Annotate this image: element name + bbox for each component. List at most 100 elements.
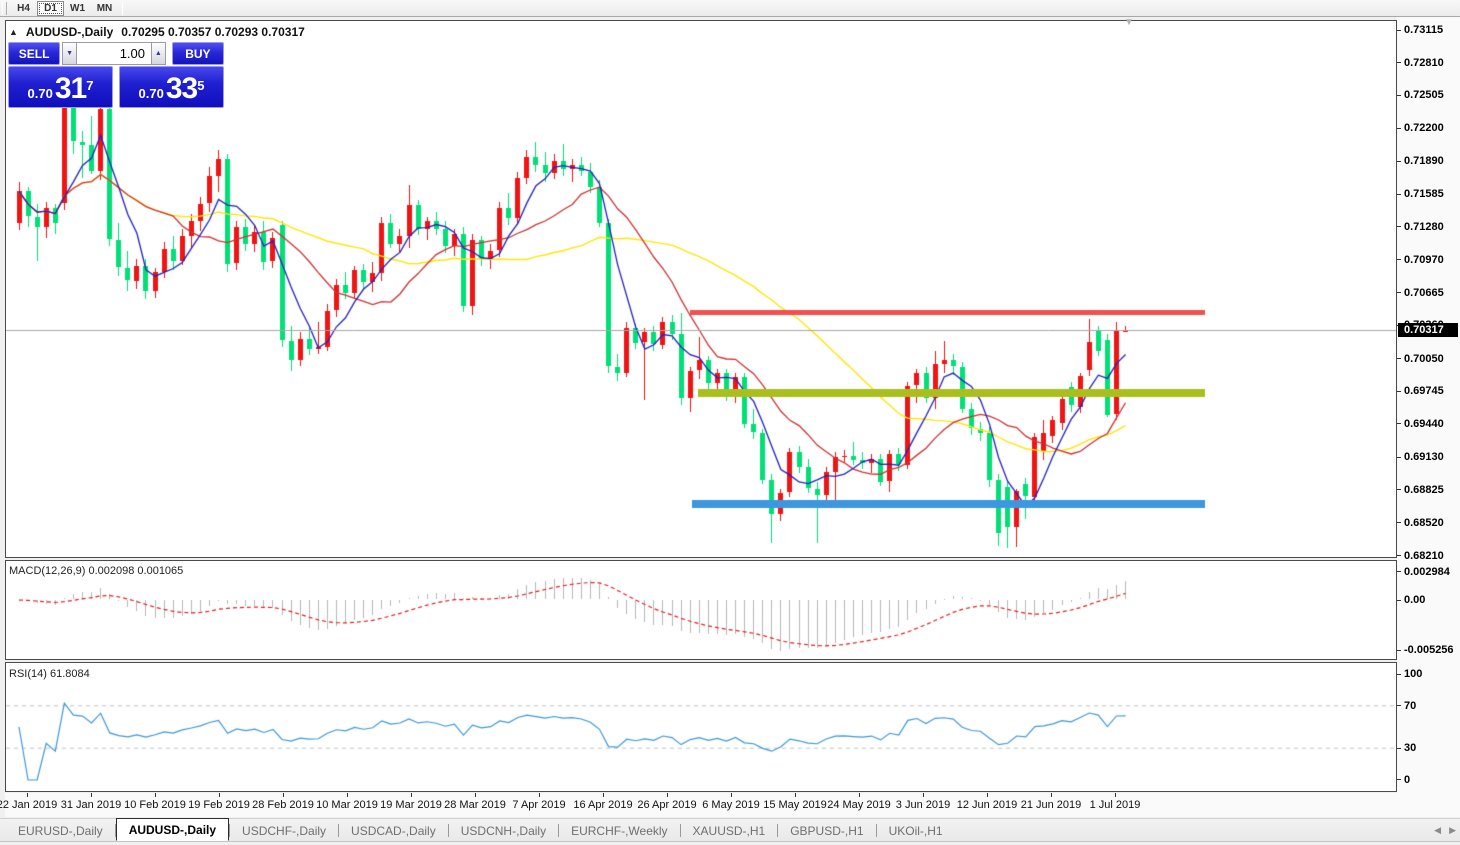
rsi-axis-label: 30 [1404, 742, 1416, 754]
price-axis-tick [1397, 30, 1401, 31]
date-axis-label: 28 Feb 2019 [252, 799, 314, 811]
toolbar-separator [122, 2, 123, 15]
volume-increase-button[interactable]: ▲ [151, 42, 166, 65]
date-axis-tick [283, 793, 284, 797]
date-axis-label: 15 May 2019 [763, 799, 827, 811]
price-axis-tick [1397, 292, 1401, 293]
macd-canvas[interactable] [6, 561, 1396, 659]
date-axis-tick [1115, 793, 1116, 797]
date-axis-tick [411, 793, 412, 797]
volume-input[interactable] [77, 42, 151, 65]
price-axis-label: 0.72200 [1404, 122, 1444, 134]
chart-tab-gbpusd-h1[interactable]: GBPUSD-,H1 [778, 820, 875, 841]
price-axis-tick [1397, 522, 1401, 523]
date-axis-label: 1 Jul 2019 [1090, 799, 1141, 811]
price-axis-tick [1397, 226, 1401, 227]
rsi-axis-label: 70 [1404, 700, 1416, 712]
date-axis-label: 19 Mar 2019 [380, 799, 442, 811]
rsi-axis-tick [1397, 779, 1401, 780]
tab-scroll-arrows: ◀ ▶ [1434, 825, 1456, 836]
price-axis-label: 0.68825 [1404, 484, 1444, 496]
chart-tab-eurusd-daily[interactable]: EURUSD-,Daily [6, 820, 115, 841]
date-axis-label: 16 Apr 2019 [573, 799, 632, 811]
collapse-triangle-icon[interactable]: ▲ [9, 27, 18, 37]
rsi-pane[interactable] [5, 662, 1397, 792]
date-axis-label: 10 Feb 2019 [124, 799, 186, 811]
sell-price-main: 31 [55, 74, 86, 104]
chart-tab-audusd-daily[interactable]: AUDUSD-,Daily [116, 818, 229, 841]
date-axis-tick [347, 793, 348, 797]
buy-price-prefix: 0.70 [139, 84, 164, 104]
price-axis-tick [1397, 555, 1401, 556]
timeframe-button-w1[interactable]: W1 [64, 1, 91, 16]
chart-tab-ukoil-h1[interactable]: UKOil-,H1 [877, 820, 955, 841]
sell-button[interactable]: SELL [8, 42, 60, 65]
price-axis-label: 0.70970 [1404, 254, 1444, 266]
chart-tab-usdcad-daily[interactable]: USDCAD-,Daily [339, 820, 448, 841]
date-axis-label: 19 Feb 2019 [188, 799, 250, 811]
one-click-trading-panel: SELL ▼ ▲ BUY 0.70 31 7 0.70 33 5 [8, 42, 224, 108]
price-axis-label: 0.71585 [1404, 188, 1444, 200]
price-axis-tick [1397, 128, 1401, 129]
rsi-indicator-label: RSI(14) 61.8084 [9, 668, 90, 680]
price-axis-label: 0.69130 [1404, 451, 1444, 463]
price-axis-tick [1397, 62, 1401, 63]
tab-scroll-right-icon[interactable]: ▶ [1449, 825, 1456, 836]
macd-axis-label: 0.00 [1404, 594, 1425, 606]
price-axis-tick [1397, 391, 1401, 392]
timeframe-button-mn[interactable]: MN [91, 1, 118, 16]
buy-price-display[interactable]: 0.70 33 5 [119, 66, 224, 108]
chart-tab-usdcnh-daily[interactable]: USDCNH-,Daily [449, 820, 558, 841]
rsi-canvas[interactable] [6, 663, 1396, 791]
rsi-axis-label: 100 [1404, 668, 1422, 680]
toolbar-grip[interactable] [2, 2, 7, 15]
timeframe-button-h4[interactable]: H4 [10, 1, 37, 16]
macd-axis-tick [1397, 600, 1401, 601]
price-axis-tick [1397, 489, 1401, 490]
date-axis-label: 21 Jun 2019 [1021, 799, 1082, 811]
buy-price-pip: 5 [197, 69, 204, 103]
price-axis-tick [1397, 95, 1401, 96]
price-axis-label: 0.70665 [1404, 287, 1444, 299]
quote-symbol: AUDUSD-,Daily [26, 25, 113, 39]
price-axis-tick [1397, 161, 1401, 162]
tab-scroll-left-icon[interactable]: ◀ [1434, 825, 1441, 836]
price-axis-tick [1397, 457, 1401, 458]
date-axis-label: 3 Jun 2019 [896, 799, 950, 811]
date-axis-label: 7 Apr 2019 [512, 799, 565, 811]
timeframe-button-d1[interactable]: D1 [37, 1, 64, 16]
chart-shift-marker-icon[interactable]: ▼ [1124, 17, 1134, 28]
buy-button[interactable]: BUY [172, 42, 224, 65]
date-axis-tick [1051, 793, 1052, 797]
price-axis-label: 0.68210 [1404, 550, 1444, 562]
date-axis-label: 26 Apr 2019 [637, 799, 696, 811]
date-axis-label: 22 Jan 2019 [0, 799, 57, 811]
date-axis-tick [155, 793, 156, 797]
date-axis-label: 28 Mar 2019 [444, 799, 506, 811]
date-axis-tick [91, 793, 92, 797]
price-axis[interactable]: 0.70317 0.731150.728100.725050.722000.71… [1397, 17, 1460, 817]
date-axis-label: 24 May 2019 [827, 799, 891, 811]
macd-axis-label: -0.005256 [1404, 644, 1454, 656]
sell-price-display[interactable]: 0.70 31 7 [8, 66, 113, 108]
date-axis-tick [987, 793, 988, 797]
rsi-axis-tick [1397, 674, 1401, 675]
chart-tab-eurchf-weekly[interactable]: EURCHF-,Weekly [559, 820, 679, 841]
rsi-axis-tick [1397, 748, 1401, 749]
date-axis[interactable]: 22 Jan 201931 Jan 201910 Feb 201919 Feb … [5, 793, 1397, 817]
chart-tab-bar: EURUSD-,DailyAUDUSD-,DailyUSDCHF-,DailyU… [0, 818, 1460, 842]
buy-price-main: 33 [166, 74, 197, 104]
chart-tab-xauusd-h1[interactable]: XAUUSD-,H1 [681, 820, 778, 841]
date-axis-tick [539, 793, 540, 797]
date-axis-tick [731, 793, 732, 797]
macd-axis-tick [1397, 650, 1401, 651]
date-axis-tick [667, 793, 668, 797]
chart-tab-usdchf-daily[interactable]: USDCHF-,Daily [230, 820, 338, 841]
date-axis-tick [859, 793, 860, 797]
date-axis-label: 31 Jan 2019 [61, 799, 122, 811]
macd-pane[interactable] [5, 560, 1397, 660]
current-price-tag: 0.70317 [1398, 323, 1458, 337]
date-axis-tick [475, 793, 476, 797]
volume-decrease-button[interactable]: ▼ [62, 42, 77, 65]
date-axis-tick [219, 793, 220, 797]
